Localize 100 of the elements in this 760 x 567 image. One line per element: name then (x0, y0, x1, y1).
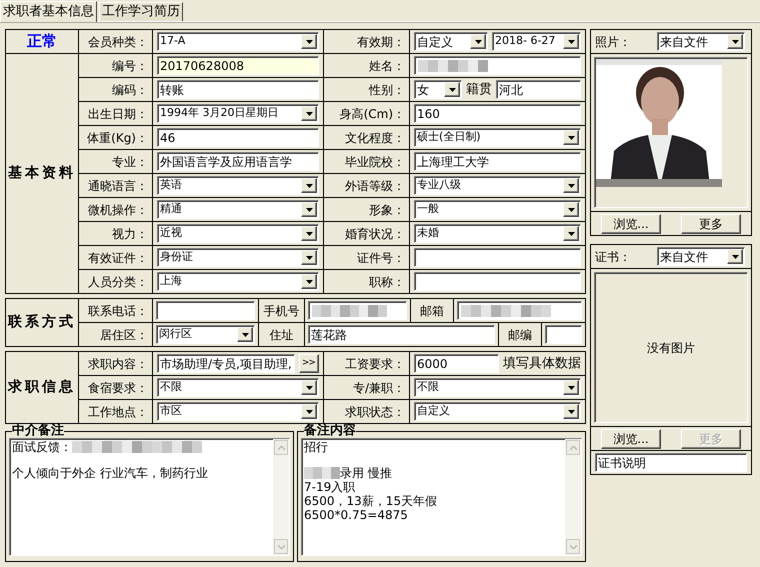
dropdown-button[interactable] (301, 226, 317, 241)
dropdown-button[interactable] (237, 327, 253, 342)
input-field[interactable] (457, 301, 582, 320)
input-field[interactable]: 6000 (414, 354, 499, 373)
dropdown[interactable]: 不限 (157, 378, 319, 397)
input-field[interactable] (156, 301, 255, 320)
caret-down-icon (306, 232, 312, 236)
dropdown-button[interactable] (301, 274, 317, 289)
dropdown-button[interactable] (563, 380, 579, 395)
input-field[interactable] (414, 248, 581, 267)
caret-down-icon (568, 208, 574, 212)
notes-text-area[interactable]: 招行 录用 慢推 7-19入职 6500，13薪，15天年假 6500*0.75=4875 (301, 438, 582, 556)
dropdown[interactable]: 身份证 (157, 248, 319, 267)
field-label: 联系电话： (79, 299, 152, 322)
panel-button[interactable]: 浏览... (601, 428, 661, 448)
input-field[interactable] (414, 56, 581, 75)
field-label: 视力： (79, 222, 152, 245)
input-field[interactable]: 20170628008 (157, 56, 319, 75)
input-field[interactable]: 上海理工大学 (414, 152, 581, 171)
caret-down-icon (306, 208, 312, 212)
panel-button[interactable]: 浏览... (601, 214, 661, 234)
dropdown-button[interactable] (301, 106, 317, 121)
dropdown[interactable]: 近视 (157, 224, 319, 243)
scrollbar[interactable] (273, 439, 289, 555)
dropdown-button[interactable] (563, 226, 579, 241)
caret-down-icon (306, 386, 312, 390)
caret-down-icon (568, 386, 574, 390)
input-field[interactable] (545, 325, 582, 344)
dropdown[interactable]: 来自文件 (657, 247, 745, 266)
caret-down-icon (568, 232, 574, 236)
dropdown[interactable]: 英语 (157, 176, 319, 195)
caret-down-icon (732, 254, 738, 258)
input-field[interactable] (308, 301, 407, 320)
dropdown-button[interactable] (444, 82, 460, 97)
scrollbar[interactable] (565, 439, 581, 555)
input-field[interactable]: 46 (157, 128, 319, 147)
field-label: 姓名： (324, 54, 409, 77)
dropdown[interactable]: 自定义 (414, 402, 581, 421)
dropdown-button[interactable] (563, 130, 579, 145)
caret-down-icon (568, 136, 574, 140)
dropdown-button[interactable] (563, 178, 579, 193)
panel-button[interactable]: 更多 (681, 214, 741, 234)
caret-down-icon (306, 410, 312, 414)
input-field[interactable]: 160 (414, 104, 581, 123)
dropdown[interactable]: 自定义 (414, 32, 488, 51)
dropdown[interactable]: 精通 (157, 200, 319, 219)
dropdown[interactable]: 专业八级 (414, 176, 581, 195)
dropdown-button[interactable] (563, 202, 579, 217)
dropdown[interactable]: 女 (414, 80, 462, 99)
dropdown-button[interactable] (301, 404, 317, 419)
input-field[interactable]: 河北 (496, 80, 581, 99)
field-label: 邮编 (499, 323, 541, 346)
dropdown[interactable]: 17-A (157, 32, 319, 51)
field-label: 毕业院校： (324, 150, 409, 173)
field-label: 有效证件： (79, 246, 152, 269)
input-field[interactable]: 转账 (157, 80, 319, 99)
dropdown[interactable]: 硕士(全日制) (414, 128, 581, 147)
dropdown-button[interactable] (727, 249, 743, 264)
dropdown[interactable]: 未婚 (414, 224, 581, 243)
input-field[interactable] (414, 272, 581, 291)
dropdown-button[interactable] (301, 178, 317, 193)
caret-down-icon (448, 88, 456, 92)
dropdown-button[interactable] (470, 34, 486, 49)
input-field[interactable]: 证书说明 (595, 453, 747, 472)
dropdown-button[interactable] (301, 380, 317, 395)
dropdown-button[interactable] (301, 34, 317, 49)
dropdown[interactable]: 市区 (157, 402, 319, 421)
dropdown-button[interactable] (563, 404, 579, 419)
notes-text-area[interactable]: 面试反馈： 个人倾向于外企 行业汽车，制药行业 (9, 438, 290, 556)
group-title: 中介备注 (12, 424, 64, 438)
field-label: 形象： (324, 198, 409, 221)
section-title: 求职信息 (6, 352, 78, 423)
note-text: 招行 (304, 440, 328, 454)
dropdown[interactable]: 闵行区 (156, 325, 255, 344)
field-label: 外语等级： (324, 174, 409, 197)
dropdown-button[interactable] (727, 34, 743, 49)
dropdown[interactable]: 来自文件 (657, 32, 745, 51)
expand-button[interactable]: >> (299, 354, 319, 373)
input-field[interactable]: 外国语言学及应用语言学 (157, 152, 319, 171)
dropdown-button[interactable] (301, 202, 317, 217)
dropdown-button[interactable] (563, 34, 579, 49)
dropdown[interactable]: 2018- 6-27 (492, 32, 581, 51)
dropdown[interactable]: 一般 (414, 200, 581, 219)
empty-image-text: 没有图片 (647, 340, 695, 356)
input-field[interactable]: 市场助理/专员,项目助理, (157, 354, 295, 373)
tab[interactable]: 工作学习简历 (99, 2, 183, 21)
note-text: 7-19入职 (304, 480, 356, 494)
field-label: 籍贯 (466, 80, 492, 99)
dropdown[interactable]: 不限 (414, 378, 581, 397)
field-label: 出生日期： (79, 102, 152, 125)
caret-down-icon (568, 410, 574, 414)
section-title: 联系方式 (6, 299, 78, 346)
caret-down-icon (306, 112, 312, 116)
dropdown[interactable]: 上海 (157, 272, 319, 291)
dropdown-button[interactable] (301, 250, 317, 265)
tab[interactable]: 求职者基本信息 (0, 1, 97, 22)
dropdown[interactable]: 1994年 3月20日星期日 (157, 104, 319, 123)
field-label: 会员种类： (79, 30, 152, 53)
field-label: 求职状态： (324, 400, 409, 423)
input-field[interactable]: 莲花路 (308, 325, 495, 344)
